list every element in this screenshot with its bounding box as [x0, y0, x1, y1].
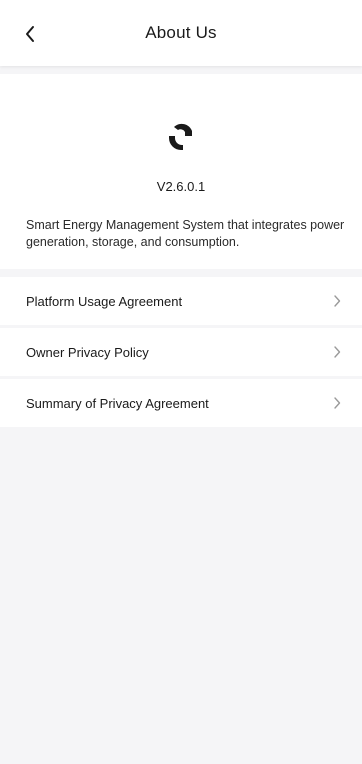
page-title: About Us [145, 23, 217, 42]
menu-item-platform-usage-agreement[interactable]: Platform Usage Agreement [0, 277, 362, 325]
app-header: About Us [0, 0, 362, 66]
about-us-screen: About Us V2.6.0.1 Smart Energy Managemen… [0, 0, 362, 764]
app-description: Smart Energy Management System that inte… [26, 218, 345, 249]
app-version: V2.6.0.1 [156, 179, 206, 194]
app-logo-icon [169, 123, 192, 150]
back-button[interactable] [18, 22, 42, 46]
menu-item-label: Owner Privacy Policy [26, 344, 149, 360]
chevron-right-icon [332, 396, 342, 410]
agreement-menu: Platform Usage Agreement Owner Privacy P… [0, 277, 362, 427]
chevron-right-icon [332, 294, 342, 308]
chevron-right-icon [332, 345, 342, 359]
chevron-left-icon [26, 26, 34, 42]
menu-item-owner-privacy-policy[interactable]: Owner Privacy Policy [0, 328, 362, 376]
menu-item-summary-of-privacy-agreement[interactable]: Summary of Privacy Agreement [0, 379, 362, 427]
app-info-section: V2.6.0.1 Smart Energy Management System … [0, 74, 362, 269]
menu-item-label: Platform Usage Agreement [26, 293, 183, 309]
menu-item-label: Summary of Privacy Agreement [26, 395, 209, 411]
